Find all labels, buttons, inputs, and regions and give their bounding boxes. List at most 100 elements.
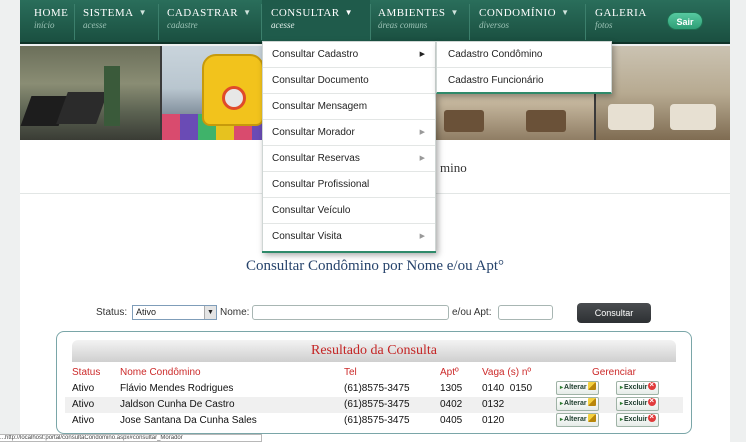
dropdown-arrow-icon[interactable]: ▼ [204,306,216,319]
nav-galeria[interactable]: GALERIA fotos [595,7,647,39]
nav-divider [370,4,371,40]
chevron-right-icon: ▶ [419,51,425,58]
apt-label: e/ou Apt: [452,307,492,318]
nav-ambientes[interactable]: AMBIENTES ▼ áreas comuns [378,7,459,39]
nav-cadastrar-sub: cadastre [167,20,198,30]
cell-tel: (61)8575-3475 [344,383,410,394]
menu-item-consultar-morador[interactable]: Consultar Morador ▶ [263,120,435,146]
arrow-icon: ▸ [620,417,624,423]
chevron-right-icon: ▶ [419,233,425,240]
header-tel: Tel [344,367,357,378]
results-panel: Resultado da Consulta Status Nome Condôm… [56,331,692,434]
chevron-down-icon: ▼ [243,8,252,17]
band-text: mino [440,160,467,175]
menu-item-consultar-cadastro[interactable]: Consultar Cadastro ▶ [263,42,435,68]
nav-divider [261,4,262,40]
submenu-item-cadastro-funcionario[interactable]: Cadastro Funcionário [437,68,611,94]
top-navigation: HOME início SISTEMA ▼ acesse CADASTRAR ▼ c… [20,0,730,44]
nav-galeria-title: GALERIA [595,7,647,19]
cell-vagas: 0132 [482,399,505,410]
excluir-label: Excluir [624,400,648,407]
nav-divider [469,4,470,40]
nav-cadastrar[interactable]: CADASTRAR ▼ cadastre [167,7,252,39]
cell-apt: 1305 [440,383,463,394]
cell-status: Ativo [72,383,95,394]
lounge-photo [596,46,730,140]
menu-item-consultar-mensagem[interactable]: Consultar Mensagem [263,94,435,120]
header-gerenciar: Gerenciar [592,367,636,378]
menu-item-consultar-veiculo[interactable]: Consultar Veículo [263,198,435,224]
menu-item-label: Consultar Veículo [272,205,351,216]
alterar-button[interactable]: ▸Alterar [556,381,599,395]
search-filters: Status: Ativo ▼ Nome: e/ou Apt: Consulta… [20,303,730,325]
name-input[interactable] [252,305,449,320]
pencil-icon [587,382,596,390]
alterar-label: Alterar [564,400,587,407]
menu-item-label: Consultar Morador [272,127,355,138]
cell-nome: Flávio Mendes Rodrigues [120,383,234,394]
browser-status-bar: ...http://localhost:portal/consultaCondo… [0,434,262,442]
header-apt: Aptº [440,367,459,378]
chevron-down-icon: ▼ [138,8,147,17]
status-label: Status: [96,307,128,318]
alterar-button[interactable]: ▸Alterar [556,413,599,427]
excluir-button[interactable]: ▸Excluir [616,411,660,427]
chevron-down-icon: ▼ [344,8,354,17]
consultar-button[interactable]: Consultar [577,303,651,323]
pencil-icon [587,414,596,422]
nav-consultar-title: CONSULTAR ▼ [271,7,354,19]
status-select-value: Ativo [136,307,157,317]
excluir-button[interactable]: ▸Excluir [616,379,660,395]
nav-divider [585,4,586,40]
delete-icon [648,395,657,407]
table-row: Ativo Jose Santana Da Cunha Sales (61)85… [65,411,683,429]
nav-condominio[interactable]: CONDOMÍNIO ▼ diversos [479,7,570,39]
apt-input[interactable] [498,305,553,320]
table-row: Ativo Flávio Mendes Rodrigues (61)8575-3… [65,379,683,397]
table-row: Ativo Jaldson Cunha De Castro (61)8575-3… [65,395,683,413]
gym-photo [20,46,160,140]
cell-nome: Jaldson Cunha De Castro [120,399,235,410]
menu-accent-line [262,251,436,253]
cell-tel: (61)8575-3475 [344,415,410,426]
logout-button[interactable]: Sair [667,12,703,30]
arrow-icon: ▸ [560,401,564,407]
cell-vagas: 0120 [482,415,505,426]
chevron-down-icon: ▼ [561,8,570,17]
nav-home[interactable]: HOME início [34,7,68,39]
arrow-icon: ▸ [620,401,624,407]
nav-consultar[interactable]: CONSULTAR ▼ acesse [271,7,353,39]
nav-divider [74,4,75,40]
consultar-dropdown: Consultar Cadastro ▶ Consultar Documento… [262,41,436,252]
alterar-button[interactable]: ▸Alterar [556,397,599,411]
menu-item-label: Consultar Documento [272,75,369,86]
menu-item-consultar-documento[interactable]: Consultar Documento [263,68,435,94]
cell-nome: Jose Santana Da Cunha Sales [120,415,257,426]
cell-status: Ativo [72,399,95,410]
submenu-item-cadastro-condomino[interactable]: Cadastro Condômino [437,42,611,68]
nav-divider [158,4,159,40]
menu-item-label: Consultar Profissional [272,179,370,190]
chevron-right-icon: ▶ [419,129,425,136]
nav-galeria-sub: fotos [595,20,613,30]
menu-item-consultar-visita[interactable]: Consultar Visita ▶ [263,224,435,250]
chevron-right-icon: ▶ [419,155,425,162]
menu-item-consultar-reservas[interactable]: Consultar Reservas ▶ [263,146,435,172]
nav-sistema[interactable]: SISTEMA ▼ acesse [83,7,147,39]
chevron-down-icon: ▼ [450,8,459,17]
arrow-icon: ▸ [620,385,624,391]
menu-item-consultar-profissional[interactable]: Consultar Profissional [263,172,435,198]
nav-condominio-title: CONDOMÍNIO ▼ [479,7,570,19]
nav-ambientes-sub: áreas comuns [378,20,428,30]
menu-item-label: Consultar Reservas [272,153,360,164]
results-title: Resultado da Consulta [72,340,676,362]
nav-ambientes-title: AMBIENTES ▼ [378,7,459,19]
status-select[interactable]: Ativo ▼ [132,305,217,320]
header-status: Status [72,367,101,378]
cell-apt: 0402 [440,399,463,410]
nav-condominio-sub: diversos [479,20,509,30]
header-vagas: Vaga (s) nº [482,367,532,378]
excluir-button[interactable]: ▸Excluir [616,395,660,411]
menu-item-label: Consultar Visita [272,231,342,242]
page-title: Consultar Condômino por Nome e/ou Apt° [245,258,505,274]
